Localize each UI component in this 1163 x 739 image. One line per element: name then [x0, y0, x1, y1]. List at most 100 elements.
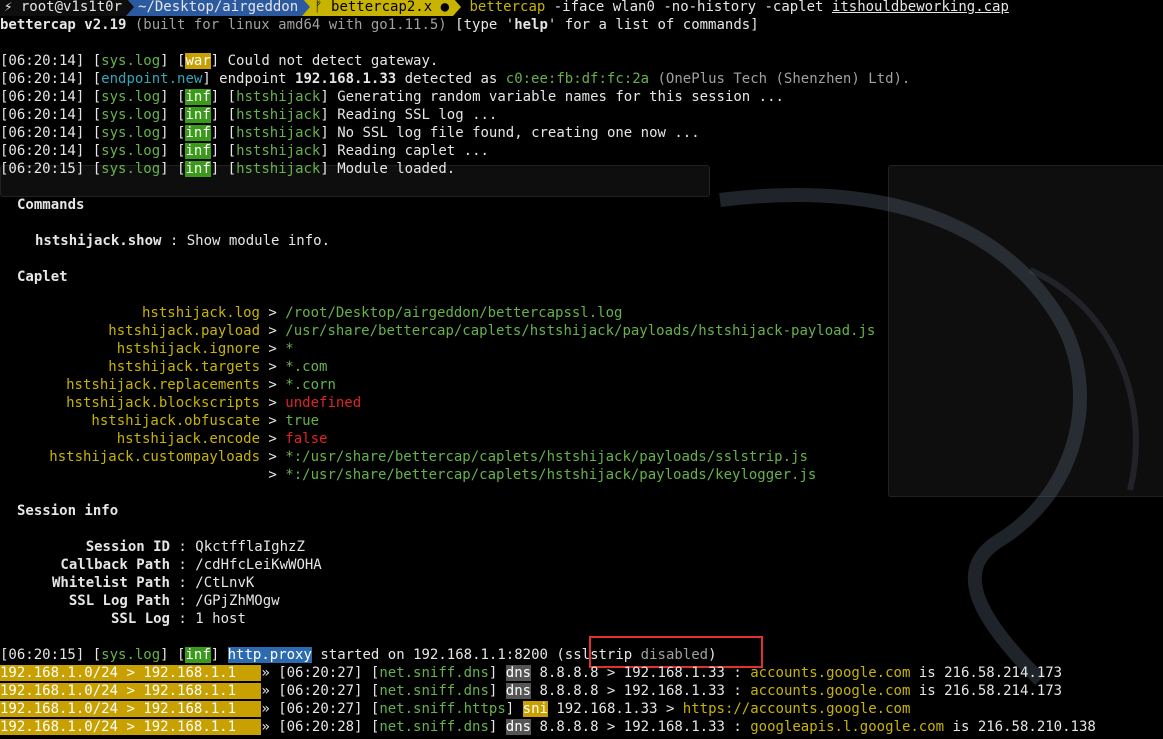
log-line: [06:20:14] [sys.log] [inf] [hstshijack] … — [0, 107, 498, 123]
caplet-param-value: *:/usr/share/bettercap/caplets/hstshijac… — [285, 467, 817, 483]
log-level-badge: inf — [185, 647, 211, 663]
session-param-sep: : — [170, 557, 196, 573]
bracket: ] — [488, 665, 506, 681]
log-level-badge: inf — [185, 125, 211, 141]
caplet-param-key: hstshijack.payload — [108, 323, 260, 339]
session-param-key: Session ID — [85, 539, 170, 555]
log-line: [06:20:14] [sys.log] [inf] [hstshijack] … — [0, 143, 489, 159]
sniff-chevron-icon: » — [261, 719, 279, 735]
sniff-host: accounts.google.com — [750, 665, 911, 681]
sniff-host: https://accounts.google.com — [682, 701, 911, 717]
log-time: [06:20:14] — [0, 143, 85, 159]
sniff-address: 216.58.214.173 — [944, 683, 1063, 699]
caplet-param-key: hstshijack.custompayloads — [49, 449, 260, 465]
log-line: [06:20:14] [sys.log] [inf] [hstshijack] … — [0, 89, 784, 105]
sniff-network-pad — [236, 683, 261, 699]
log-message: detected as — [396, 71, 506, 87]
sniff-log-line: 192.168.1.0/24 > 192.168.1.1 » [06:20:27… — [0, 664, 1062, 682]
command-caplet-file: itshouldbeworking.cap — [831, 0, 1009, 15]
bracket: [ — [362, 719, 380, 735]
banner-name: bettercap v2.19 — [0, 17, 127, 33]
banner-help: help — [514, 17, 548, 33]
log-level-badge: war — [185, 53, 211, 69]
prompt-git-branch: bettercap2.x ● — [331, 0, 450, 15]
log-line: [06:20:14] [sys.log] [inf] [hstshijack] … — [0, 125, 700, 141]
log-level-badge: inf — [185, 107, 211, 123]
sniff-chevron-icon: » — [261, 665, 279, 681]
log-source: net.sniff.https — [379, 701, 506, 717]
log-module: hstshijack — [236, 161, 321, 177]
sniff-network-sep: > — [118, 665, 144, 681]
bracket: [ — [362, 701, 380, 717]
session-param-value: QkctfflaIghzZ — [195, 539, 305, 555]
terminal[interactable]: ⚡ root@v1s1t0r ~/Desktop/airgeddon ᚠ bette… — [0, 0, 1163, 739]
log-time: [06:20:14] — [0, 107, 85, 123]
caplet-param-value: /root/Desktop/airgeddon/bettercapssl.log — [285, 305, 623, 321]
log-message: Reading SSL log ... — [337, 107, 498, 123]
caplet-param-row: hstshijack.replacements > *.corn — [0, 376, 336, 394]
bracket: [ — [362, 683, 380, 699]
caplet-param-row: hstshijack.log > /root/Desktop/airgeddon… — [0, 304, 622, 322]
log-level-badge: dns — [505, 665, 532, 681]
session-param-sep: : — [170, 539, 196, 555]
sniff-route: 8.8.8.8 > 192.168.1.33 : — [531, 683, 751, 699]
command-entry-name: hstshijack.show — [35, 233, 162, 249]
sniff-gateway: 192.168.1.1 — [143, 719, 237, 735]
sniff-address: 216.58.210.138 — [977, 719, 1096, 735]
log-line: [06:20:14] [endpoint.new] endpoint 192.1… — [0, 71, 911, 87]
log-line: [06:20:15] [sys.log] [inf] [hstshijack] … — [0, 161, 456, 177]
caplet-param-sep: > — [260, 305, 286, 321]
session-param-value: /CtLnvK — [195, 575, 255, 591]
sniff-host: googleapis.l.google.com — [750, 719, 945, 735]
session-param-row: SSL Log : 1 host — [0, 610, 246, 628]
caplet-param-value: false — [285, 431, 328, 447]
caplet-param-value: undefined — [285, 395, 362, 411]
sniff-route: 8.8.8.8 > 192.168.1.33 : — [531, 665, 751, 681]
log-message: endpoint — [219, 71, 296, 87]
caplet-param-value: /usr/share/bettercap/caplets/hstshijack/… — [285, 323, 876, 339]
log-source: net.sniff.dns — [379, 719, 489, 735]
session-param-row: Callback Path : /cdHfcLeiKwWOHA — [0, 556, 321, 574]
session-param-value: 1 host — [195, 611, 246, 627]
log-level-badge: inf — [185, 143, 211, 159]
caplet-param-row: hstshijack.blockscripts > undefined — [0, 394, 361, 412]
log-source: net.sniff.dns — [379, 683, 489, 699]
log-time: [06:20:27] — [278, 683, 363, 699]
log-source: sys.log — [101, 143, 161, 159]
sniff-network: 192.168.1.0/24 — [0, 683, 119, 699]
caplet-param-row: hstshijack.obfuscate > true — [0, 412, 319, 430]
sniff-network-sep: > — [118, 683, 144, 699]
log-time: [06:20:14] — [0, 71, 85, 87]
sniff-gateway: 192.168.1.1 — [143, 665, 237, 681]
log-message: Could not detect gateway. — [227, 53, 439, 69]
sniff-is: is — [910, 665, 945, 681]
sniff-log-line: 192.168.1.0/24 > 192.168.1.1 » [06:20:28… — [0, 718, 1096, 736]
caplet-param-value: *.com — [285, 359, 328, 375]
session-param-key: SSL Log Path — [68, 593, 170, 609]
log-level-badge: dns — [505, 683, 532, 699]
sniff-network: 192.168.1.0/24 — [0, 719, 119, 735]
caplet-param-sep: > — [260, 449, 286, 465]
sniff-chevron-icon: » — [261, 683, 279, 699]
endpoint-ip: 192.168.1.33 — [295, 71, 397, 87]
log-line: [06:20:14] [sys.log] [war] Could not det… — [0, 53, 439, 69]
log-source: sys.log — [101, 161, 161, 177]
sniff-log-line: 192.168.1.0/24 > 192.168.1.1 » [06:20:27… — [0, 700, 910, 718]
log-time: [06:20:27] — [278, 701, 363, 717]
branch-icon: ᚠ — [314, 0, 332, 15]
log-source: sys.log — [101, 647, 161, 663]
caplet-param-sep: > — [260, 395, 286, 411]
caplet-param-value: *:/usr/share/bettercap/caplets/hstshijac… — [285, 449, 808, 465]
prompt-separator-icon — [453, 0, 462, 16]
lightning-icon: ⚡ — [4, 0, 21, 15]
prompt-user: root@v1s1t0r — [20, 0, 123, 15]
session-param-row: SSL Log Path : /GPjZhMOgw — [0, 592, 280, 610]
sniff-network-segment: 192.168.1.0/24 > 192.168.1.1 — [0, 665, 262, 681]
caplet-param-row: hstshijack.payload > /usr/share/betterca… — [0, 322, 875, 340]
session-param-sep: : — [170, 593, 196, 609]
caplet-param-row: > *:/usr/share/bettercap/caplets/hstshij… — [0, 466, 816, 484]
caplet-param-sep: > — [260, 413, 286, 429]
session-param-key: SSL Log — [110, 611, 170, 627]
caplet-param-row: hstshijack.targets > *.com — [0, 358, 327, 376]
session-info-heading: Session info — [17, 503, 119, 519]
